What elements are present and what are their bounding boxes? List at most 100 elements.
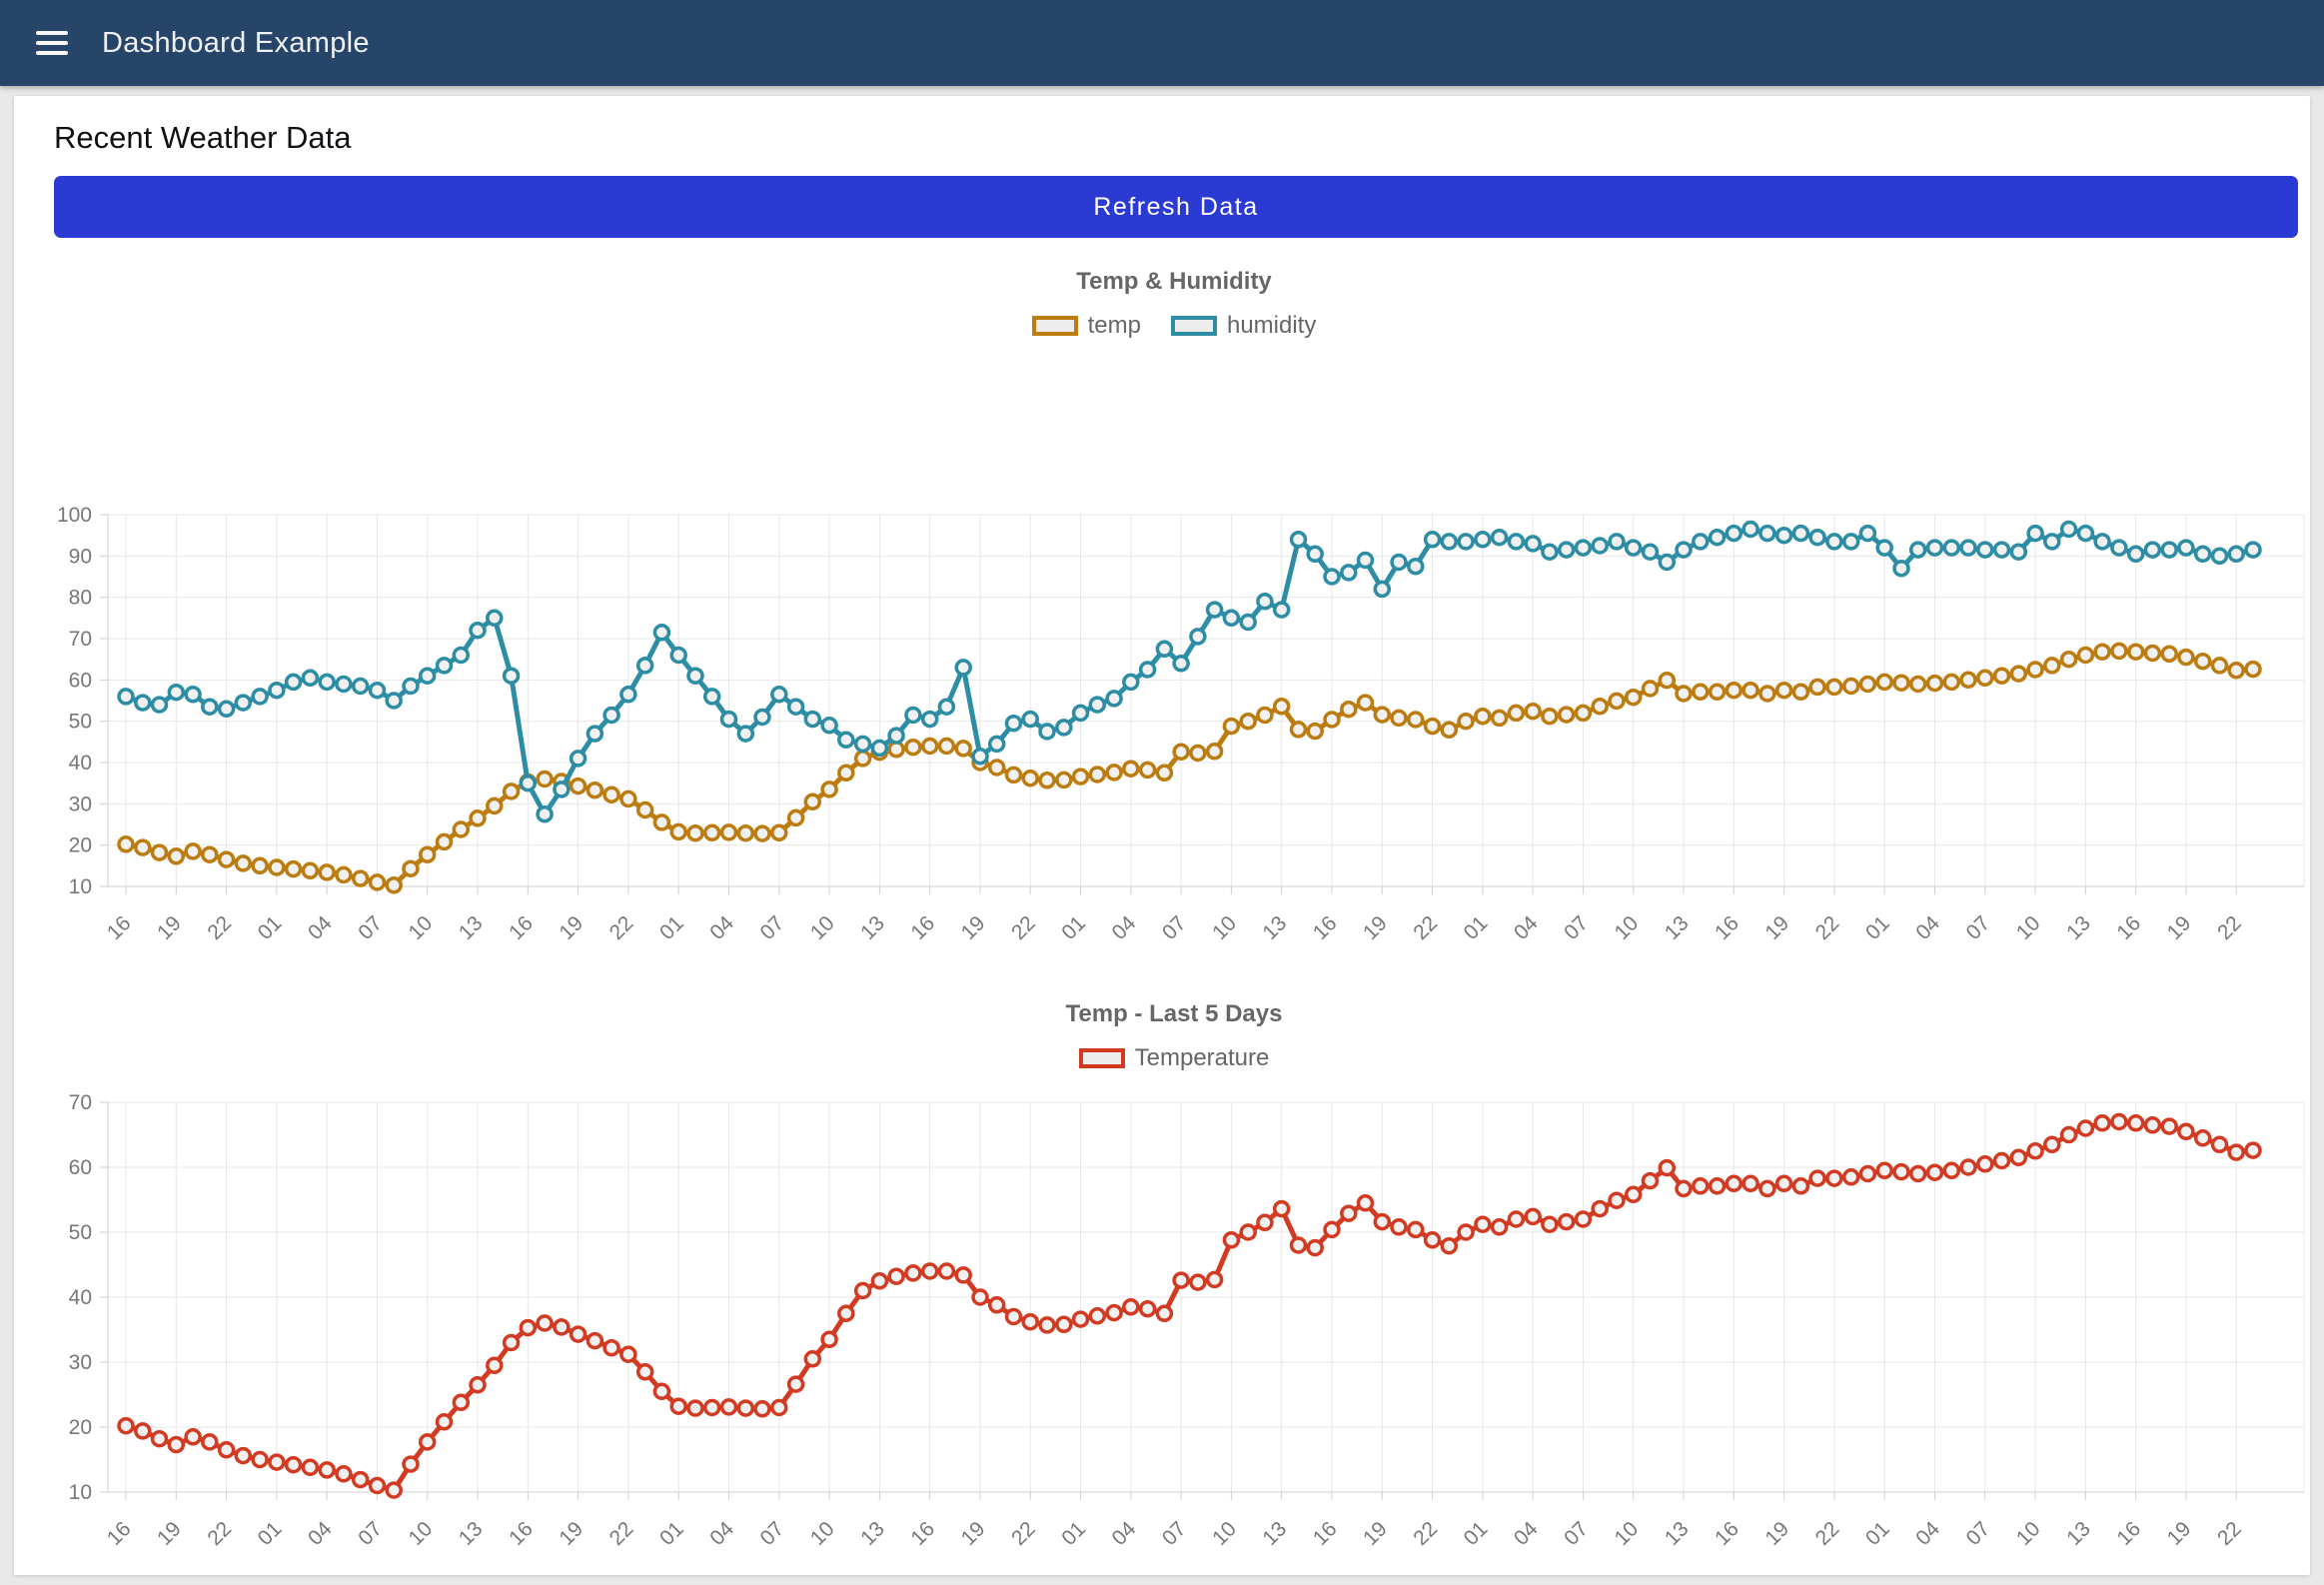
svg-text:22: 22 xyxy=(605,1517,638,1550)
svg-text:04: 04 xyxy=(1108,911,1141,944)
svg-text:40: 40 xyxy=(69,752,92,775)
svg-text:22: 22 xyxy=(1409,911,1442,944)
svg-text:16: 16 xyxy=(505,911,538,944)
svg-text:13: 13 xyxy=(2062,1517,2095,1550)
svg-text:10: 10 xyxy=(405,1517,438,1550)
svg-text:22: 22 xyxy=(605,911,638,944)
svg-text:07: 07 xyxy=(756,911,789,944)
svg-text:07: 07 xyxy=(1962,1517,1995,1550)
svg-text:90: 90 xyxy=(69,545,92,568)
svg-text:01: 01 xyxy=(655,911,688,944)
svg-text:22: 22 xyxy=(1409,1517,1442,1550)
app-title: Dashboard Example xyxy=(102,27,370,60)
svg-text:04: 04 xyxy=(1911,911,1944,944)
svg-text:22: 22 xyxy=(203,911,236,944)
svg-text:100: 100 xyxy=(57,504,92,527)
chart-canvas: 1020304050607016192201040710131619220104… xyxy=(40,1080,2308,1581)
legend-label: Temperature xyxy=(1135,1044,1270,1072)
temp-humidity-chart: 1020304050607080901001619220104071013161… xyxy=(40,350,2308,964)
chart-title-temp-5days: Temp - Last 5 Days xyxy=(40,1000,2308,1028)
temp-5days-chart: 1020304050607016192201040710131619220104… xyxy=(40,1080,2308,1581)
svg-text:19: 19 xyxy=(957,1517,990,1550)
svg-text:13: 13 xyxy=(856,911,889,944)
svg-text:16: 16 xyxy=(2112,1517,2145,1550)
svg-text:04: 04 xyxy=(1108,1517,1141,1550)
svg-text:30: 30 xyxy=(69,1351,92,1374)
svg-text:01: 01 xyxy=(254,911,287,944)
legend-swatch-icon xyxy=(1171,316,1217,336)
chart-legend: Temperature xyxy=(40,1044,2308,1072)
app-header: Dashboard Example xyxy=(0,0,2324,86)
svg-text:20: 20 xyxy=(69,834,92,857)
svg-text:13: 13 xyxy=(455,911,488,944)
svg-text:19: 19 xyxy=(1760,1517,1793,1550)
svg-text:22: 22 xyxy=(203,1517,236,1550)
svg-text:10: 10 xyxy=(806,911,839,944)
legend-swatch-icon xyxy=(1032,316,1078,336)
svg-text:19: 19 xyxy=(1359,1517,1392,1550)
svg-text:10: 10 xyxy=(806,1517,839,1550)
svg-text:10: 10 xyxy=(2012,911,2045,944)
svg-text:19: 19 xyxy=(555,1517,587,1550)
svg-text:19: 19 xyxy=(957,911,990,944)
svg-text:01: 01 xyxy=(655,1517,688,1550)
svg-text:19: 19 xyxy=(1760,911,1793,944)
legend-label: temp xyxy=(1088,312,1141,340)
svg-text:50: 50 xyxy=(69,711,92,734)
svg-text:07: 07 xyxy=(1158,1517,1191,1550)
svg-text:07: 07 xyxy=(1158,911,1191,944)
svg-text:19: 19 xyxy=(153,911,186,944)
svg-text:16: 16 xyxy=(103,1517,136,1550)
svg-text:70: 70 xyxy=(69,1091,92,1114)
svg-text:13: 13 xyxy=(455,1517,488,1550)
svg-text:04: 04 xyxy=(705,1517,738,1550)
svg-text:04: 04 xyxy=(1510,911,1543,944)
legend-item-humidity[interactable]: humidity xyxy=(1171,312,1316,340)
svg-text:16: 16 xyxy=(1309,911,1342,944)
svg-text:01: 01 xyxy=(1861,911,1894,944)
svg-text:13: 13 xyxy=(1661,1517,1694,1550)
svg-text:19: 19 xyxy=(2163,911,2196,944)
svg-text:04: 04 xyxy=(304,911,337,944)
svg-text:01: 01 xyxy=(1057,1517,1090,1550)
svg-text:22: 22 xyxy=(1811,911,1844,944)
svg-text:07: 07 xyxy=(1560,911,1593,944)
svg-text:10: 10 xyxy=(405,911,438,944)
svg-text:16: 16 xyxy=(906,911,939,944)
svg-text:22: 22 xyxy=(1007,1517,1040,1550)
svg-text:50: 50 xyxy=(69,1221,92,1244)
content-card: Recent Weather Data Refresh Data Temp & … xyxy=(14,96,2310,1575)
svg-text:80: 80 xyxy=(69,587,92,610)
svg-text:19: 19 xyxy=(555,911,587,944)
svg-text:10: 10 xyxy=(69,1481,92,1504)
svg-text:22: 22 xyxy=(2213,911,2246,944)
svg-text:16: 16 xyxy=(906,1517,939,1550)
svg-text:10: 10 xyxy=(69,875,92,898)
svg-text:10: 10 xyxy=(1208,1517,1241,1550)
refresh-data-button[interactable]: Refresh Data xyxy=(54,176,2298,238)
svg-text:07: 07 xyxy=(354,1517,387,1550)
svg-text:22: 22 xyxy=(1811,1517,1844,1550)
legend-item-temp[interactable]: temp xyxy=(1032,312,1141,340)
legend-label: humidity xyxy=(1227,312,1316,340)
svg-text:10: 10 xyxy=(1610,911,1643,944)
svg-text:04: 04 xyxy=(304,1517,337,1550)
chart-canvas: 1020304050607080901001619220104071013161… xyxy=(40,350,2308,964)
svg-text:16: 16 xyxy=(2112,911,2145,944)
svg-text:16: 16 xyxy=(505,1517,538,1550)
legend-item-temperature[interactable]: Temperature xyxy=(1079,1044,1270,1072)
legend-swatch-icon xyxy=(1079,1048,1125,1068)
svg-text:19: 19 xyxy=(2163,1517,2196,1550)
svg-text:01: 01 xyxy=(1460,911,1493,944)
svg-text:10: 10 xyxy=(1208,911,1241,944)
page-title: Recent Weather Data xyxy=(54,120,2308,156)
svg-text:70: 70 xyxy=(69,628,92,651)
svg-text:07: 07 xyxy=(756,1517,789,1550)
chart-title-temp-humidity: Temp & Humidity xyxy=(40,268,2308,296)
menu-icon[interactable] xyxy=(36,31,68,55)
svg-text:01: 01 xyxy=(1057,911,1090,944)
svg-text:07: 07 xyxy=(1962,911,1995,944)
svg-text:16: 16 xyxy=(1309,1517,1342,1550)
svg-text:16: 16 xyxy=(1711,911,1743,944)
svg-text:20: 20 xyxy=(69,1416,92,1439)
